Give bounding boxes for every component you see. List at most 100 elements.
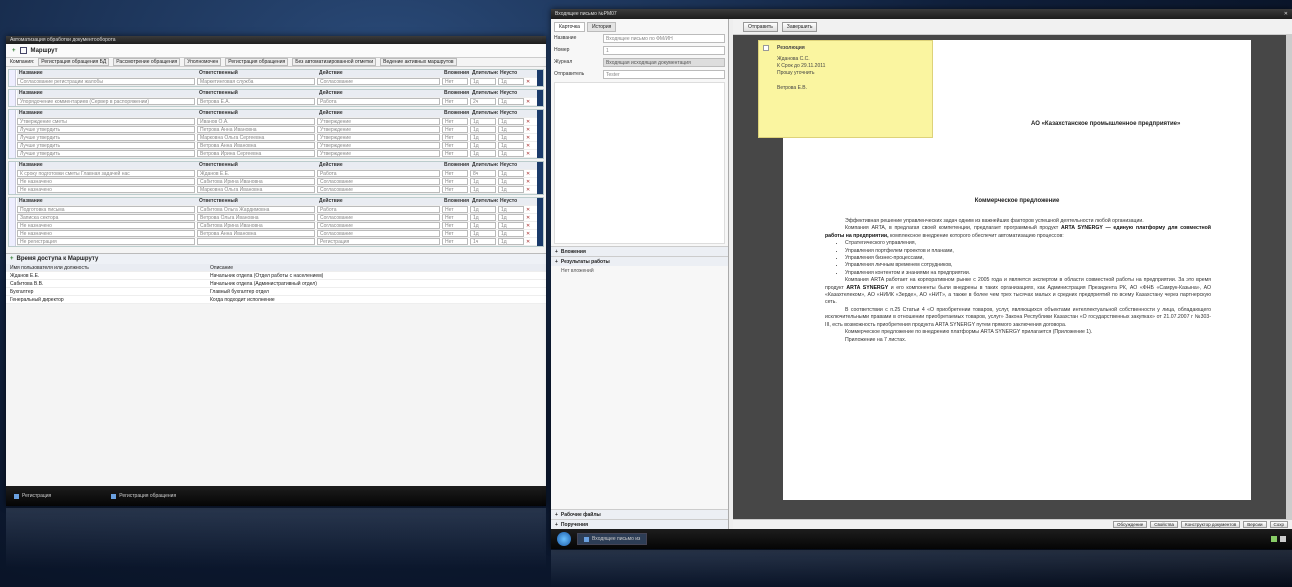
responsible-input[interactable]: Ветрова Анна Ивановна [197,230,315,237]
block-handle[interactable] [9,110,16,158]
filter-chip[interactable]: Рассмотрение обращения [113,58,181,66]
responsible-input[interactable]: Ветрова Анна Ивановна [197,142,315,149]
duration-input[interactable]: 1д [470,214,496,221]
duration-input[interactable]: 1д [470,126,496,133]
step-name-input[interactable]: Записка сектора [17,214,195,221]
table-row[interactable]: Согласование регистрации жалобы Маркетинг… [17,78,543,86]
step-name-input[interactable]: Не назначено [17,230,195,237]
attachments-select[interactable]: Нет [442,178,468,185]
table-row[interactable]: Утверждение сметы Иванов О.А. Утверждение Н… [17,118,543,126]
responsible-input[interactable]: Ветрова Ольга Ивановна [197,214,315,221]
penalty-input[interactable]: 1д [498,126,524,133]
responsible-input[interactable]: Иванов О.А. [197,118,315,125]
duration-input[interactable]: 1ч [470,238,496,245]
attachments-select[interactable]: Нет [442,78,468,85]
attachments-select[interactable]: Нет [442,222,468,229]
attachments-select[interactable]: Нет [442,214,468,221]
responsible-input[interactable]: Сабитова Ольга Жардимовна [197,206,315,213]
table-row[interactable]: Записка сектора Ветрова Ольга Ивановна Сог… [17,214,543,222]
penalty-input[interactable]: 1д [498,186,524,193]
table-row[interactable]: Не назначено Сабитова Ирина Ивановна Согла… [17,222,543,230]
action-select[interactable]: Согласование [317,178,440,185]
start-button[interactable] [557,532,571,546]
action-select[interactable]: Согласование [317,186,440,193]
action-select[interactable]: Согласование [317,78,440,85]
attachments-select[interactable]: Нет [442,206,468,213]
document-viewer[interactable]: Резолюция Жданова С.С. К Срок до 29.11.2… [733,35,1292,519]
action-select[interactable]: Работа [317,206,440,213]
table-row[interactable]: Не регистрация Регистрация Нет 1ч 1д ✕ [17,238,543,246]
table-row[interactable]: Лучше утвердить Ветрова Анна Ивановна Утве… [17,142,543,150]
action-select[interactable]: Утверждение [317,150,440,157]
responsible-input[interactable]: Сабитова Ирина Ивановна [197,222,315,229]
add-icon[interactable]: + [12,48,16,54]
resolution-note[interactable]: Резолюция Жданова С.С. К Срок до 29.11.2… [758,40,933,138]
attachments-select[interactable]: Нет [442,126,468,133]
block-handle[interactable] [9,162,16,194]
penalty-input[interactable]: 1д [498,214,524,221]
step-name-input[interactable]: Не регистрация [17,238,195,245]
responsible-input[interactable]: Марковна Ольга Сергеевна [197,134,315,141]
step-name-input[interactable]: Не назначено [17,178,195,185]
action-select[interactable]: Работа [317,98,440,105]
table-row[interactable]: Упорядочение комментариев (Сервер в расп… [17,98,543,106]
attachments-select[interactable]: Нет [442,170,468,177]
taskbar-item[interactable]: Регистрация [14,493,51,499]
close-icon[interactable]: ✕ [1284,11,1288,17]
penalty-input[interactable]: 1д [498,78,524,85]
attachments-select[interactable]: Нет [442,142,468,149]
step-name-input[interactable]: Лучше утвердить [17,126,195,133]
access-section-header[interactable]: + Время доступа к Маршруту [6,254,546,264]
assignments-section[interactable]: + Поручения [551,519,728,529]
access-row[interactable]: Жданов Е.Е. Начальник отдела (Отдел работ… [6,272,546,280]
filter-chip[interactable]: Регистрация обращения [225,58,289,66]
penalty-input[interactable]: 1д [498,118,524,125]
scrollbar[interactable] [1286,35,1292,519]
block-scrollbar[interactable] [537,70,543,86]
work-files-section[interactable]: + Рабочие файлы [551,509,728,519]
penalty-input[interactable]: 1д [498,222,524,229]
access-row[interactable]: Сабитова В.В. Начальник отдела (Администр… [6,280,546,288]
access-row[interactable]: Генеральный директор Когда подходит испол… [6,296,546,304]
table-row[interactable]: Лучше утвердить Петрова Анна Ивановна Утве… [17,126,543,134]
duration-input[interactable]: 1д [470,222,496,229]
step-name-input[interactable]: Утверждение сметы [17,118,195,125]
step-name-input[interactable]: К сроку подготовки сметы Главная задачей… [17,170,195,177]
duration-input[interactable]: 1д [470,134,496,141]
responsible-input[interactable]: Сабитова Ирина Ивановна [197,178,315,185]
penalty-input[interactable]: 1д [498,134,524,141]
table-row[interactable]: Не назначено Ветрова Анна Ивановна Согласо… [17,230,543,238]
action-select[interactable]: Согласование [317,230,440,237]
duration-input[interactable]: 1д [470,142,496,149]
attachments-select[interactable]: Нет [442,238,468,245]
table-row[interactable]: Не назначено Сабитова Ирина Ивановна Согла… [17,178,543,186]
table-row[interactable]: К сроку подготовки сметы Главная задачей… [17,170,543,178]
grid-icon[interactable] [19,47,27,54]
responsible-input[interactable]: Ветрова Е.А. [197,98,315,105]
send-button[interactable]: Отправить [743,21,778,32]
sender-input[interactable]: Tester [603,69,725,79]
penalty-input[interactable]: 1д [498,150,524,157]
responsible-input[interactable]: Марковна Ольга Ивановна [197,186,315,193]
number-input[interactable]: 1 [603,45,725,55]
attachments-select[interactable]: Нет [442,118,468,125]
duration-input[interactable]: 1д [470,118,496,125]
block-handle[interactable] [9,90,16,106]
block-scrollbar[interactable] [537,90,543,106]
responsible-input[interactable]: Маркетинговая служба [197,78,315,85]
duration-input[interactable]: 1д [470,230,496,237]
duration-input[interactable]: 1д [470,150,496,157]
work-results-section[interactable]: + Результаты работы [551,256,728,266]
block-scrollbar[interactable] [537,198,543,246]
attachments-select[interactable]: Нет [442,98,468,105]
block-scrollbar[interactable] [537,162,543,194]
tray-icon[interactable] [1280,536,1286,542]
step-name-input[interactable]: Не назначено [17,222,195,229]
step-name-input[interactable]: Не назначено [17,186,195,193]
step-name-input[interactable]: Лучше утвердить [17,142,195,149]
step-name-input[interactable]: Лучше утвердить [17,150,195,157]
status-bar-button[interactable]: Сохр [1269,521,1288,528]
penalty-input[interactable]: 1д [498,170,524,177]
responsible-input[interactable]: Петрова Анна Ивановна [197,126,315,133]
duration-input[interactable]: 1д [470,178,496,185]
